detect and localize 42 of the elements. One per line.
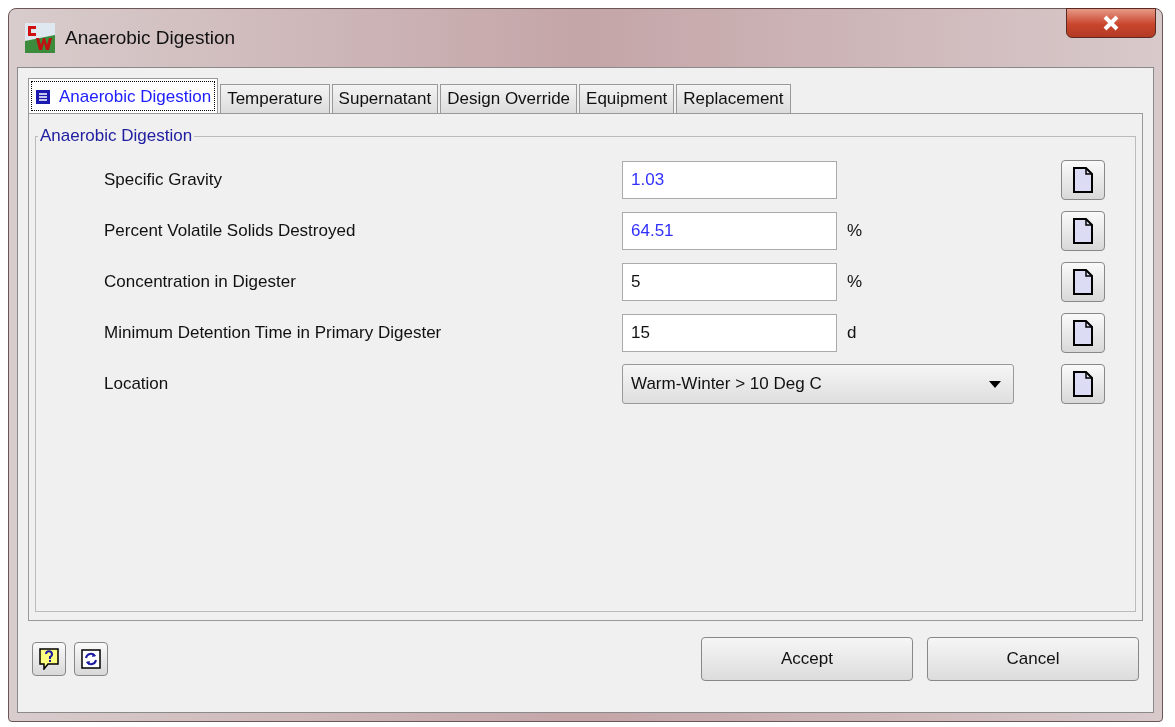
input-field[interactable]: 64.51 [622,212,837,250]
note-button[interactable] [1061,211,1105,251]
tab[interactable]: Design Override [440,84,578,114]
input-field[interactable]: 5 [622,263,837,301]
close-icon [1102,15,1120,31]
unit-label: % [846,272,864,292]
input-field[interactable]: 15 [622,314,837,352]
refresh-icon [81,649,101,669]
document-icon [1073,218,1093,244]
note-button[interactable] [1061,160,1105,200]
unit-label: % [846,221,864,241]
accept-button[interactable]: Accept [701,637,913,681]
tab[interactable]: Anaerobic Digestion [28,78,219,114]
help-button[interactable] [32,642,66,676]
tab[interactable]: Equipment [579,84,675,114]
document-icon [1073,167,1093,193]
document-icon [1073,269,1093,295]
help-icon [39,648,59,670]
location-dropdown[interactable]: Warm-Winter > 10 Deg C [622,364,1014,404]
document-icon [1073,320,1093,346]
app-logo-icon [25,23,55,53]
cancel-button[interactable]: Cancel [927,637,1139,681]
close-button[interactable] [1066,8,1156,38]
tab[interactable]: Temperature [220,84,330,114]
group-title: Anaerobic Digestion [39,126,194,146]
tab[interactable]: Supernatant [331,84,439,114]
note-button[interactable] [1061,364,1105,404]
window-title: Anaerobic Digestion [65,27,236,49]
caret-icon [989,380,1001,388]
note-button[interactable] [1061,262,1105,302]
refresh-button[interactable] [74,642,108,676]
tab[interactable]: Replacement [676,84,791,114]
field-label: Specific Gravity [104,170,224,190]
field-label: Minimum Detention Time in Primary Digester [104,323,443,343]
list-icon [35,88,51,105]
document-icon [1073,371,1093,397]
field-label: Location [104,374,170,394]
note-button[interactable] [1061,313,1105,353]
field-label: Percent Volatile Solids Destroyed [104,221,357,241]
field-label: Concentration in Digester [104,272,297,292]
unit-label: d [846,323,858,343]
input-field[interactable]: 1.03 [622,161,837,199]
